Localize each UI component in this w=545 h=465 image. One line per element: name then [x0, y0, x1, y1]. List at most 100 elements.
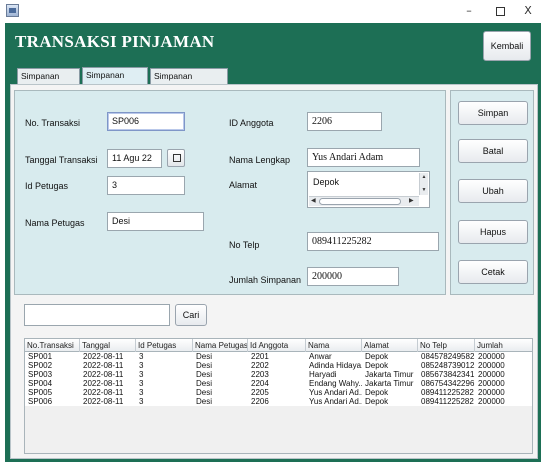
window-titlebar: – X: [0, 0, 545, 22]
scroll-down-icon[interactable]: ▼: [421, 187, 427, 193]
scroll-left-icon[interactable]: ◀: [311, 197, 316, 206]
minimize-button[interactable]: –: [456, 2, 482, 20]
column-header[interactable]: Nama: [306, 339, 362, 352]
table-cell: 2205: [251, 388, 269, 397]
batal-button[interactable]: Batal: [458, 139, 528, 163]
id-petugas-field[interactable]: 3: [107, 176, 185, 195]
id-anggota-field[interactable]: 2206: [307, 112, 382, 131]
table-cell: Jakarta Timur: [365, 370, 414, 379]
table-cell: SP003: [28, 370, 53, 379]
column-header[interactable]: Jumlah: [475, 339, 532, 352]
table-row[interactable]: SP005 2022-08-11 3 Desi 2205 Yus Andari Ad...…: [25, 388, 532, 397]
no-telp-label: No Telp: [229, 240, 260, 250]
alamat-horizontal-scrollbar[interactable]: ◀ ▶: [309, 196, 419, 206]
table-cell: 200000: [478, 352, 505, 361]
data-table[interactable]: No.Transaksi Tanggal Id Petugas Nama Pet…: [24, 338, 533, 454]
alamat-vertical-scrollbar[interactable]: ▲ ▼: [419, 173, 428, 195]
table-cell: 085673842341: [421, 370, 475, 379]
table-cell: 2022-08-11: [83, 397, 124, 406]
table-cell: 3: [139, 397, 144, 406]
table-cell: Jakarta Timur: [365, 379, 414, 388]
table-cell: Depok: [365, 388, 389, 397]
calendar-icon[interactable]: [167, 149, 185, 167]
action-buttons-panel: Simpan Batal Ubah Hapus Cetak: [450, 90, 534, 295]
table-cell: 2022-08-11: [83, 388, 124, 397]
column-header[interactable]: Id Petugas: [136, 339, 193, 352]
table-cell: Yus Andari Ad...: [309, 388, 362, 397]
table-cell: Desi: [196, 379, 213, 388]
alamat-label: Alamat: [229, 180, 258, 190]
table-cell: SP002: [28, 361, 53, 370]
ubah-button[interactable]: Ubah: [458, 179, 528, 203]
table-cell: Desi: [196, 397, 213, 406]
scroll-right-icon[interactable]: ▶: [409, 197, 414, 206]
table-cell: Depok: [365, 352, 389, 361]
id-petugas-label: Id Petugas: [25, 181, 69, 191]
table-cell: 086754342296: [421, 379, 475, 388]
table-cell: 085248739012: [421, 361, 475, 370]
maximize-icon: [495, 6, 505, 16]
table-cell: 2022-08-11: [83, 370, 124, 379]
column-header[interactable]: No Telp: [418, 339, 475, 352]
nama-lengkap-label: Nama Lengkap: [229, 155, 291, 165]
table-cell: 2202: [251, 361, 269, 370]
no-transaksi-field[interactable]: SP006: [107, 112, 185, 131]
table-row[interactable]: SP006 2022-08-11 3 Desi 2206 Yus Andari Ad...…: [25, 397, 532, 406]
table-cell: 2022-08-11: [83, 352, 124, 361]
table-cell: 3: [139, 379, 144, 388]
table-cell: Haryadi: [309, 370, 337, 379]
tab-simpanan-sukarela[interactable]: Simpanan Sukarela: [150, 68, 228, 95]
column-header[interactable]: Id Anggota: [248, 339, 306, 352]
table-cell: SP004: [28, 379, 53, 388]
column-header[interactable]: No.Transaksi: [25, 339, 80, 352]
table-cell: 089411225282: [421, 388, 474, 397]
table-cell: Desi: [196, 352, 213, 361]
table-cell: 200000: [478, 388, 505, 397]
column-header[interactable]: Alamat: [362, 339, 418, 352]
table-body: SP001 2022-08-11 3 Desi 2201 Anwar Depok 084578…: [25, 352, 532, 406]
table-cell: 200000: [478, 397, 505, 406]
table-cell: 3: [139, 388, 144, 397]
hapus-button[interactable]: Hapus: [458, 220, 528, 244]
cari-button[interactable]: Cari: [175, 304, 207, 326]
no-telp-field[interactable]: 089411225282: [307, 232, 439, 251]
table-cell: 2206: [251, 397, 269, 406]
table-cell: 2204: [251, 379, 269, 388]
column-header[interactable]: Tanggal: [80, 339, 136, 352]
table-cell: 084578249582: [421, 352, 475, 361]
search-input[interactable]: [24, 304, 170, 326]
tanggal-transaksi-field[interactable]: 11 Agu 22: [107, 149, 162, 168]
tab-simpanan-pokok[interactable]: Simpanan Pokok: [82, 67, 148, 94]
simpan-button[interactable]: Simpan: [458, 101, 528, 125]
jumlah-simpanan-field[interactable]: 200000: [307, 267, 399, 286]
maximize-button[interactable]: [487, 2, 513, 20]
table-cell: Desi: [196, 370, 213, 379]
scroll-thumb[interactable]: [319, 198, 401, 205]
jumlah-simpanan-label: Jumlah Simpanan: [229, 275, 302, 285]
table-cell: Desi: [196, 361, 213, 370]
table-row[interactable]: SP002 2022-08-11 3 Desi 2202 Adinda Hidaya...…: [25, 361, 532, 370]
table-cell: 2022-08-11: [83, 361, 124, 370]
table-cell: Depok: [365, 397, 389, 406]
table-row[interactable]: SP003 2022-08-11 3 Desi 2203 Haryadi Jakarta T…: [25, 370, 532, 379]
nama-lengkap-field[interactable]: Yus Andari Adam: [307, 148, 420, 167]
nama-petugas-field[interactable]: Desi: [107, 212, 204, 231]
alamat-value: Depok: [313, 177, 340, 187]
table-row[interactable]: SP004 2022-08-11 3 Desi 2204 Endang Wahy... Ja…: [25, 379, 532, 388]
kembali-button[interactable]: Kembali: [483, 31, 531, 61]
table-cell: Anwar: [309, 352, 332, 361]
cetak-button[interactable]: Cetak: [458, 260, 528, 284]
scroll-up-icon[interactable]: ▲: [421, 174, 427, 180]
close-button[interactable]: X: [515, 2, 541, 20]
table-cell: 2203: [251, 370, 269, 379]
table-cell: 200000: [478, 379, 505, 388]
table-row[interactable]: SP001 2022-08-11 3 Desi 2201 Anwar Depok 084578…: [25, 352, 532, 361]
column-header[interactable]: Nama Petugas: [193, 339, 248, 352]
alamat-textarea[interactable]: Depok ▲ ▼ ◀ ▶: [307, 171, 430, 208]
tab-simpanan-wajib[interactable]: Simpanan Wajib: [17, 68, 80, 95]
id-anggota-label: ID Anggota: [229, 118, 274, 128]
table-cell: 200000: [478, 370, 505, 379]
table-cell: Endang Wahy...: [309, 379, 362, 388]
table-cell: 3: [139, 361, 144, 370]
table-cell: SP001: [28, 352, 53, 361]
